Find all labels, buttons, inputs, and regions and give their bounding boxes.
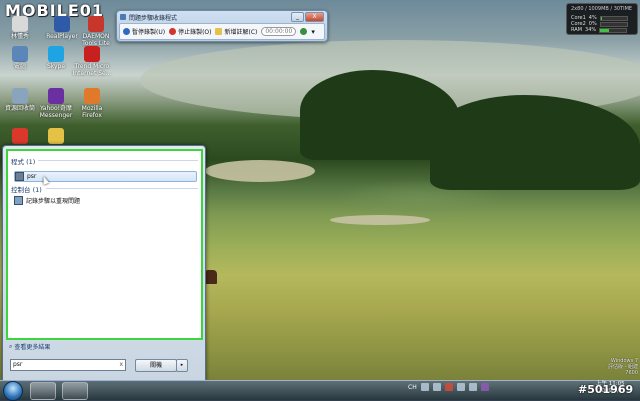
pause-label: 暫停錄製(U) bbox=[132, 29, 166, 36]
steps-recorder-app-icon bbox=[120, 14, 126, 20]
system-tray: CH bbox=[408, 383, 489, 391]
taskbar bbox=[0, 380, 640, 401]
windows-build-text: Windows 7 評估版 - 組建 7600 bbox=[600, 358, 638, 376]
desktop-icon-computer[interactable]: 電腦 bbox=[0, 46, 40, 70]
help-icon[interactable] bbox=[300, 28, 308, 35]
see-more-results-link[interactable]: ⌕ 查看更多結果 bbox=[9, 342, 51, 352]
desktop-icon-label: DAEMON Tools Lite bbox=[82, 33, 110, 47]
desktop-icon-folder[interactable] bbox=[36, 128, 76, 145]
desktop-icon-acrobat[interactable] bbox=[0, 128, 40, 145]
comment-icon bbox=[215, 28, 223, 35]
recycle-bin-icon bbox=[12, 88, 28, 104]
volume-icon[interactable] bbox=[456, 383, 465, 391]
desktop-icon-label: Mozilla Firefox bbox=[81, 105, 103, 119]
acrobat-icon bbox=[12, 128, 28, 144]
desktop-icon-label: Yahoo!奇摩 Messenger bbox=[39, 105, 73, 119]
steps-recorder-toolbar: 暫停錄製(U) 停止錄製(O) 新增註解(C) 00:00:00 ▾ bbox=[119, 23, 325, 40]
folder-icon bbox=[12, 16, 28, 32]
gadget-bar bbox=[599, 21, 628, 27]
wallpaper-sand bbox=[205, 160, 315, 182]
taskbar-steps-recorder[interactable] bbox=[62, 382, 88, 400]
horse-figure bbox=[205, 270, 217, 284]
pause-recording-button[interactable]: 暫停錄製(U) bbox=[123, 27, 165, 36]
stop-icon bbox=[169, 28, 177, 35]
window-controls: _ X bbox=[291, 12, 324, 22]
trend-micro-icon bbox=[84, 46, 100, 62]
close-button[interactable]: X bbox=[305, 12, 324, 22]
comment-label: 新增註解(C) bbox=[224, 29, 258, 36]
section-divider bbox=[38, 160, 198, 161]
desktop-icon-skype[interactable]: Skype bbox=[36, 46, 76, 70]
start-button[interactable] bbox=[3, 381, 23, 401]
search-input[interactable]: psr x bbox=[10, 359, 126, 371]
cpu-meter-gadget: 2x80 / 1009MB / 30TIME Core1 4% Core2 0%… bbox=[566, 3, 638, 35]
yahoo-messenger-icon bbox=[48, 88, 64, 104]
result-item-label: 記錄步驟以重現問題 bbox=[26, 198, 81, 205]
control-panel-section-header[interactable]: 控制台 (1) bbox=[11, 184, 42, 194]
desktop-icon-recycle-bin[interactable]: 資源回收筒 bbox=[0, 88, 40, 112]
folder-icon bbox=[48, 128, 64, 144]
realplayer-icon bbox=[54, 16, 70, 32]
program-icon bbox=[15, 172, 24, 181]
steps-recorder-title: 問題步驟收錄程式 bbox=[129, 15, 178, 22]
desktop-icon-user[interactable]: 林懂秀 bbox=[0, 16, 40, 40]
clear-search-icon[interactable]: x bbox=[119, 360, 123, 370]
desktop-icon-trend-micro[interactable]: Trend Micro Internet Se... bbox=[72, 46, 112, 77]
input-language-indicator[interactable]: CH bbox=[408, 384, 417, 391]
section-divider bbox=[46, 188, 198, 189]
taskbar-pinned-app[interactable] bbox=[30, 382, 56, 400]
gadget-bar bbox=[599, 27, 628, 33]
desktop-icon-firefox[interactable]: Mozilla Firefox bbox=[72, 88, 112, 119]
computer-icon bbox=[12, 46, 28, 62]
search-results-pane: 程式 (1) psr 控制台 (1) 記錄步驟以重現問題 bbox=[6, 149, 203, 340]
desktop-icon-label: Skype bbox=[46, 63, 66, 70]
start-menu: 程式 (1) psr 控制台 (1) 記錄步驟以重現問題 ⌕ 查看更多結果 ps… bbox=[2, 145, 206, 382]
settings-dropdown-icon[interactable]: ▾ bbox=[311, 28, 315, 36]
result-item-label: psr bbox=[27, 173, 37, 180]
result-item-record-steps[interactable]: 記錄步驟以重現問題 bbox=[14, 196, 197, 205]
stop-recording-button[interactable]: 停止錄製(O) bbox=[169, 27, 211, 36]
steps-recorder-window[interactable]: 問題步驟收錄程式 _ X 暫停錄製(U) 停止錄製(O) 新增註解(C) 00:… bbox=[116, 10, 328, 42]
wallpaper-sand-2 bbox=[330, 215, 430, 225]
desktop-icon-label: 林懂秀 bbox=[10, 33, 29, 40]
gadget-header: 2x80 / 1009MB / 30TIME bbox=[571, 6, 633, 12]
search-icon: ⌕ bbox=[9, 342, 13, 350]
desktop-icon-label: 電腦 bbox=[13, 63, 26, 70]
desktop-icon-label: 資源回收筒 bbox=[4, 105, 35, 112]
desktop-icon-yahoo-messenger[interactable]: Yahoo!奇摩 Messenger bbox=[36, 88, 76, 119]
more-results-label: 查看更多結果 bbox=[14, 344, 51, 351]
gadget-label: RAM bbox=[571, 27, 583, 33]
os-line-2: 評估版 - 組建 7600 bbox=[608, 364, 638, 376]
network-icon[interactable] bbox=[432, 383, 441, 391]
minimize-button[interactable]: _ bbox=[291, 12, 304, 22]
desktop-icon-label: RealPlayer bbox=[46, 33, 78, 40]
antivirus-icon[interactable] bbox=[444, 383, 453, 391]
gadget-bar bbox=[599, 15, 628, 21]
control-panel-icon bbox=[14, 196, 23, 205]
programs-section-header[interactable]: 程式 (1) bbox=[11, 156, 35, 166]
keyboard-icon[interactable] bbox=[420, 383, 429, 391]
watermark-text: #501969 bbox=[578, 383, 634, 396]
search-input-value: psr bbox=[13, 361, 23, 368]
gadget-row-ram: RAM 34% bbox=[571, 27, 628, 33]
shutdown-button[interactable]: 關機 bbox=[135, 359, 177, 372]
skype-icon bbox=[48, 46, 64, 62]
add-comment-button[interactable]: 新增註解(C) bbox=[215, 27, 257, 36]
daemon-tools-icon bbox=[88, 16, 104, 32]
action-center-icon[interactable] bbox=[468, 383, 477, 391]
stop-label: 停止錄製(O) bbox=[178, 29, 212, 36]
gadget-value: 34% bbox=[585, 27, 597, 33]
recording-timer: 00:00:00 bbox=[261, 27, 297, 36]
desktop-icon-daemon-tools[interactable]: DAEMON Tools Lite bbox=[76, 16, 116, 47]
desktop-icon-label: Trend Micro Internet Se... bbox=[72, 63, 112, 77]
firefox-icon bbox=[84, 88, 100, 104]
messenger-tray-icon[interactable] bbox=[480, 383, 489, 391]
shutdown-options-button[interactable]: ▸ bbox=[176, 359, 188, 372]
pause-icon bbox=[123, 28, 130, 35]
